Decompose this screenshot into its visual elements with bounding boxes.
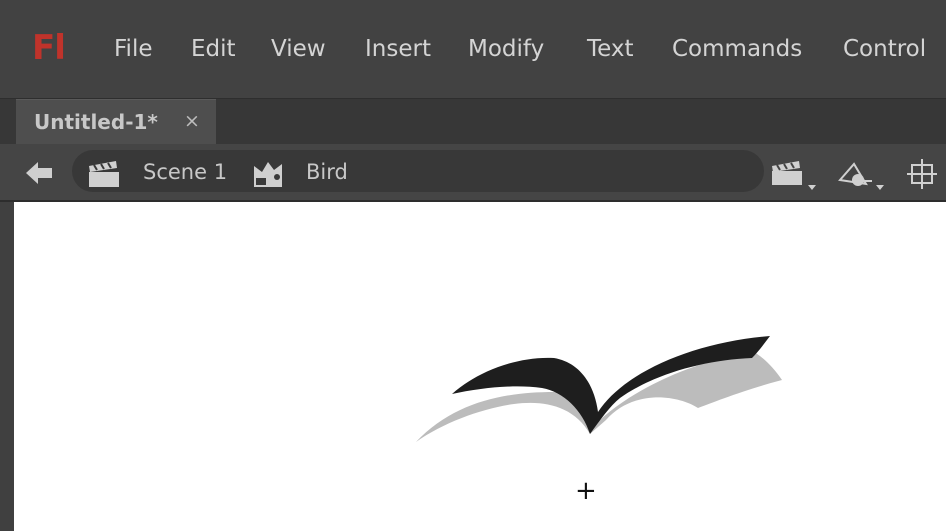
stage-canvas[interactable]: + bbox=[14, 202, 946, 531]
arrow-left-icon[interactable] bbox=[24, 160, 54, 186]
tab-label: Untitled-1* bbox=[34, 110, 158, 134]
graphic-symbol-icon bbox=[254, 162, 282, 187]
tab-close-icon[interactable]: × bbox=[184, 110, 200, 132]
menu-insert[interactable]: Insert bbox=[365, 34, 431, 64]
app-logo: Fl bbox=[32, 28, 66, 68]
edit-scene-icon[interactable] bbox=[770, 158, 820, 192]
bird-symbol-graphic[interactable] bbox=[414, 332, 794, 452]
registration-point-icon: + bbox=[575, 476, 597, 506]
menu-modify[interactable]: Modify bbox=[468, 34, 544, 64]
menu-file[interactable]: File bbox=[114, 34, 153, 64]
menu-view[interactable]: View bbox=[271, 34, 326, 64]
menu-control[interactable]: Control bbox=[843, 34, 926, 64]
edit-symbol-icon[interactable] bbox=[836, 158, 888, 192]
breadcrumb-scene[interactable]: Scene 1 bbox=[143, 160, 227, 184]
flash-window: Fl File Edit View Insert Modify Text Com… bbox=[0, 0, 946, 531]
menu-edit[interactable]: Edit bbox=[191, 34, 236, 64]
center-stage-icon[interactable] bbox=[906, 157, 940, 191]
menu-text[interactable]: Text bbox=[587, 34, 634, 64]
clapperboard-icon bbox=[89, 161, 119, 187]
breadcrumb-symbol[interactable]: Bird bbox=[306, 160, 348, 184]
menu-bar: Fl File Edit View Insert Modify Text Com… bbox=[0, 0, 946, 99]
tab-untitled-1[interactable]: Untitled-1* × bbox=[16, 99, 216, 145]
menu-commands[interactable]: Commands bbox=[672, 34, 802, 64]
document-tab-strip: Untitled-1* × bbox=[0, 99, 946, 145]
